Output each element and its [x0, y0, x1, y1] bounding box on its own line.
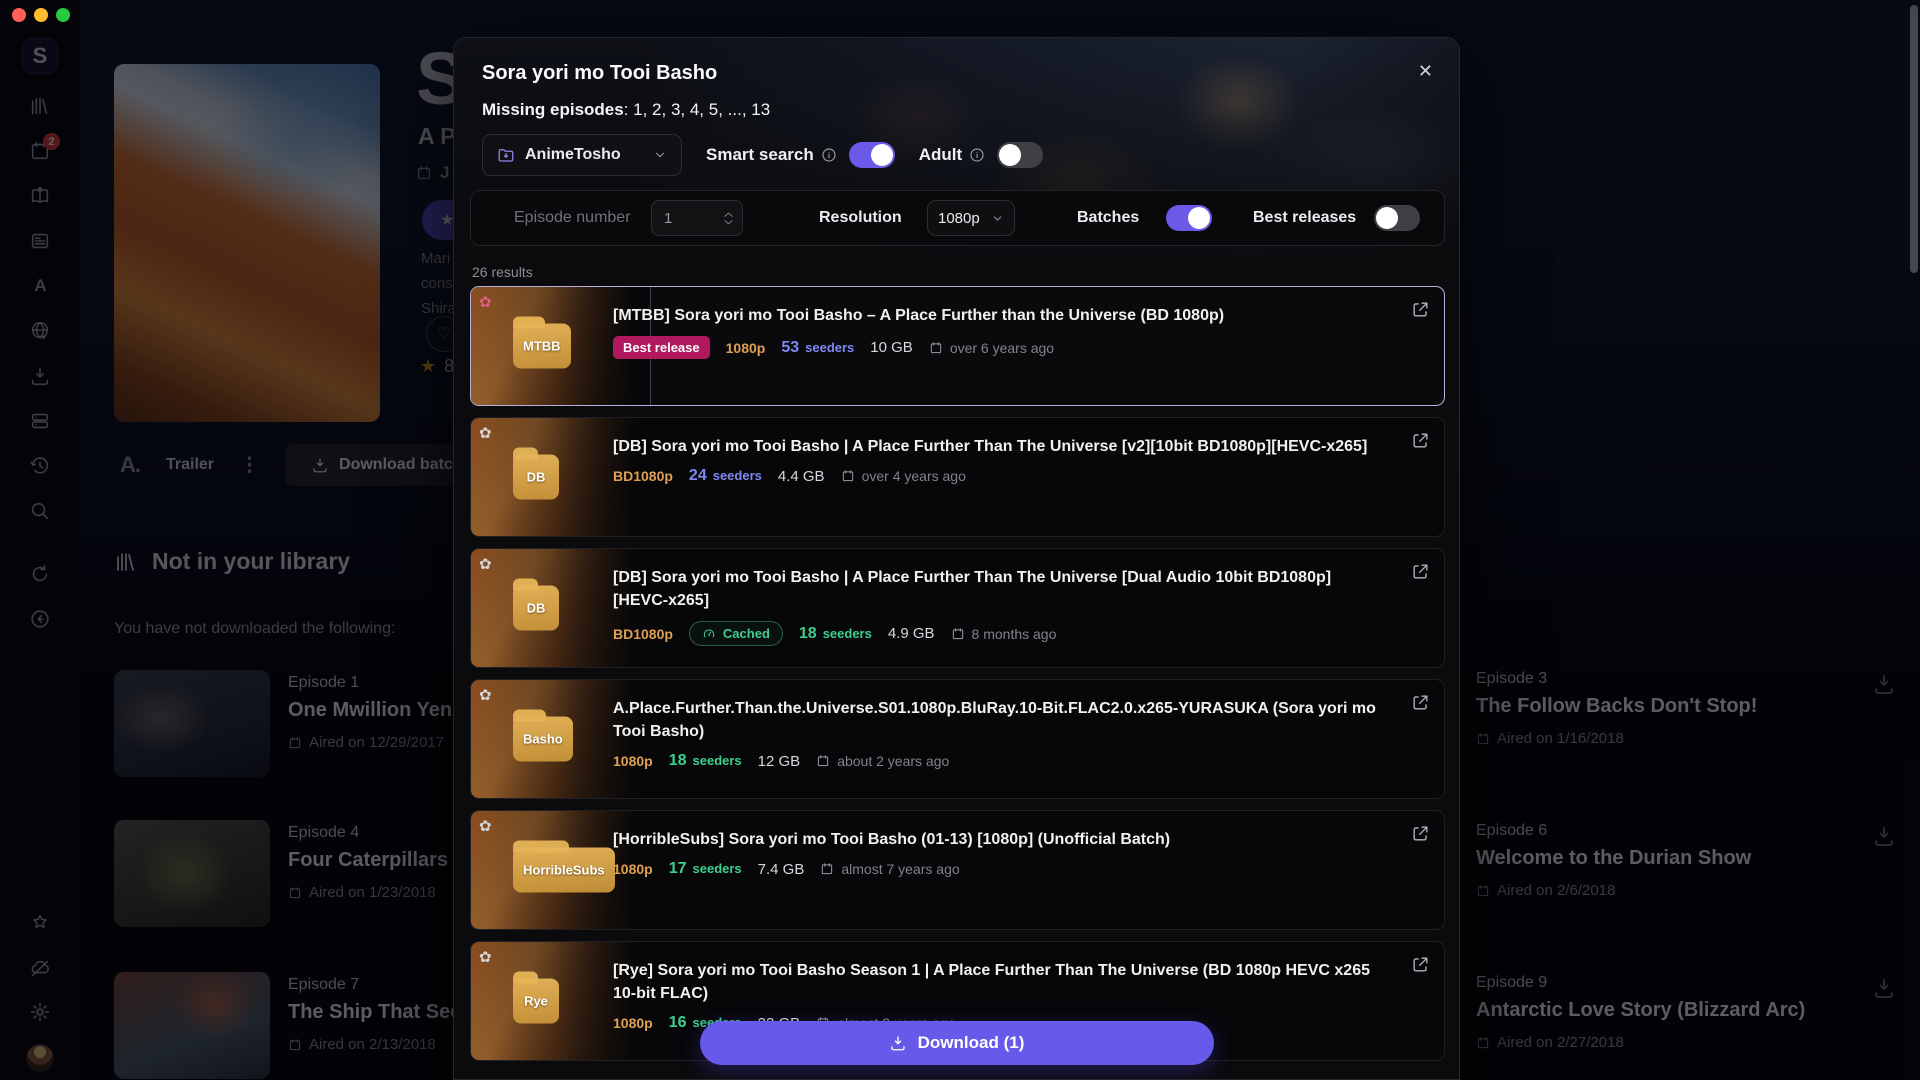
file-size: 12 GB	[758, 753, 801, 770]
upload-age: over 4 years ago	[841, 468, 966, 484]
resolution-label: Resolution	[819, 209, 902, 227]
provider-value: AnimeTosho	[525, 146, 621, 164]
smart-search-toggle[interactable]	[849, 142, 895, 168]
file-size: 7.4 GB	[758, 861, 805, 878]
page-scrollbar[interactable]	[1910, 5, 1918, 273]
results-list: ✿ MTBB [MTBB] Sora yori mo Tooi Basho – …	[470, 286, 1445, 1061]
torrent-result-row[interactable]: ✿ MTBB [MTBB] Sora yori mo Tooi Basho – …	[470, 286, 1445, 406]
torrent-title: [HorribleSubs] Sora yori mo Tooi Basho (…	[613, 828, 1384, 851]
resolution-value: 1080p	[938, 210, 980, 227]
seeders: 18seeders	[799, 625, 872, 643]
best-releases-toggle[interactable]	[1374, 205, 1420, 231]
external-link-icon[interactable]	[1411, 693, 1430, 717]
provider-folder-icon	[497, 146, 515, 164]
calendar-icon	[820, 862, 834, 876]
external-link-icon[interactable]	[1411, 824, 1430, 848]
external-link-icon[interactable]	[1411, 562, 1430, 586]
adult-label: Adult	[919, 145, 962, 165]
resolution-select[interactable]: 1080p	[927, 200, 1015, 236]
episode-number-input[interactable]	[651, 200, 743, 236]
minimize-window-button[interactable]	[34, 8, 48, 22]
download-icon	[889, 1034, 907, 1052]
chevron-down-icon	[653, 148, 667, 162]
app-window: S 2 A	[0, 0, 1920, 1080]
filter-bar: Episode number Resolution 1080p Batches …	[470, 190, 1445, 246]
seeders: 18seeders	[669, 752, 742, 770]
resolution-badge: 1080p	[613, 753, 653, 769]
modal-title: Sora yori mo Tooi Basho	[482, 62, 717, 85]
calendar-icon	[816, 754, 830, 768]
results-count: 26 results	[472, 264, 533, 280]
download-button[interactable]: Download (1)	[700, 1021, 1214, 1065]
external-link-icon[interactable]	[1411, 955, 1430, 979]
provider-select[interactable]: AnimeTosho	[482, 134, 682, 176]
batches-toggle[interactable]	[1166, 205, 1212, 231]
torrent-search-modal: Sora yori mo Tooi Basho ✕ Missing episod…	[453, 37, 1460, 1080]
torrent-title: [MTBB] Sora yori mo Tooi Basho – A Place…	[613, 304, 1384, 327]
resolution-badge: BD1080p	[613, 468, 673, 484]
torrent-result-row[interactable]: ✿ DB [DB] Sora yori mo Tooi Basho | A Pl…	[470, 548, 1445, 668]
cached-badge: Cached	[689, 621, 783, 646]
torrent-title: [Rye] Sora yori mo Tooi Basho Season 1 |…	[613, 959, 1384, 1005]
torrent-title: [DB] Sora yori mo Tooi Basho | A Place F…	[613, 566, 1384, 612]
zoom-window-button[interactable]	[56, 8, 70, 22]
file-size: 10 GB	[870, 339, 913, 356]
best-releases-label: Best releases	[1253, 209, 1356, 227]
calendar-icon	[841, 469, 855, 483]
window-controls	[12, 8, 70, 22]
upload-age: 8 months ago	[951, 626, 1057, 642]
seeders: 24seeders	[689, 467, 762, 485]
resolution-badge: 1080p	[613, 861, 653, 877]
episode-number-field[interactable]	[664, 210, 714, 227]
chevron-down-icon	[991, 212, 1004, 225]
external-link-icon[interactable]	[1411, 431, 1430, 455]
upload-age: about 2 years ago	[816, 753, 949, 769]
resolution-badge: 1080p	[726, 340, 766, 356]
calendar-icon	[951, 627, 965, 641]
seeders: 53seeders	[781, 339, 854, 357]
seeders: 17seeders	[669, 860, 742, 878]
file-size: 4.9 GB	[888, 625, 935, 642]
torrent-title: A.Place.Further.Than.the.Universe.S01.10…	[613, 697, 1384, 743]
info-icon	[821, 147, 837, 163]
file-size: 4.4 GB	[778, 468, 825, 485]
close-icon[interactable]: ✕	[1418, 62, 1433, 80]
best-release-badge: Best release	[613, 336, 710, 359]
torrent-title: [DB] Sora yori mo Tooi Basho | A Place F…	[613, 435, 1384, 458]
resolution-badge: 1080p	[613, 1015, 653, 1031]
adult-toggle[interactable]	[997, 142, 1043, 168]
torrent-result-row[interactable]: ✿ HorribleSubs [HorribleSubs] Sora yori …	[470, 810, 1445, 930]
calendar-icon	[929, 341, 943, 355]
stepper-arrows[interactable]	[723, 211, 734, 226]
external-link-icon[interactable]	[1411, 300, 1430, 324]
torrent-result-row[interactable]: ✿ Basho A.Place.Further.Than.the.Univers…	[470, 679, 1445, 799]
batches-label: Batches	[1077, 209, 1139, 227]
gauge-icon	[702, 627, 716, 641]
missing-episodes: Missing episodes: 1, 2, 3, 4, 5, ..., 13	[482, 100, 770, 120]
upload-age: almost 7 years ago	[820, 861, 959, 877]
info-icon	[969, 147, 985, 163]
close-window-button[interactable]	[12, 8, 26, 22]
episode-number-label: Episode number	[514, 209, 631, 227]
resolution-badge: BD1080p	[613, 626, 673, 642]
torrent-result-row[interactable]: ✿ DB [DB] Sora yori mo Tooi Basho | A Pl…	[470, 417, 1445, 537]
upload-age: over 6 years ago	[929, 340, 1054, 356]
smart-search-label: Smart search	[706, 145, 814, 165]
